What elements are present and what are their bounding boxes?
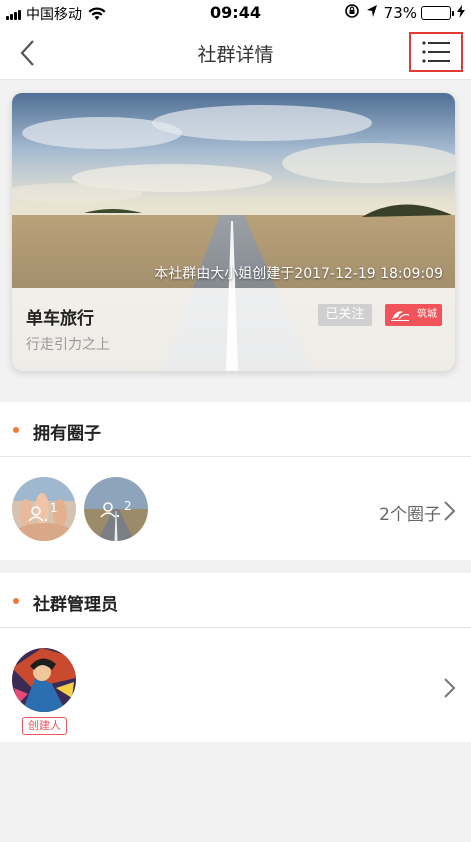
circle-avatar-2[interactable]: 2 [84, 477, 148, 541]
circle-cover-road [84, 477, 148, 541]
city-name: 筑城 [417, 309, 437, 320]
group-name: 单车旅行 [26, 309, 94, 329]
page-title: 社群详情 [197, 44, 274, 66]
status-bar: 中国移动 09:44 73% [0, 0, 471, 26]
charging-icon [457, 4, 465, 22]
follow-status-badge[interactable]: 已关注 [318, 304, 372, 326]
group-slogan: 行走引力之上 [26, 337, 110, 353]
group-card[interactable]: 本社群由大小姐创建于2017-12-19 18:09:09 单车旅行 行走引力之… [12, 93, 455, 371]
admins-section-header: 社群管理员 [0, 573, 471, 628]
chevron-right-icon[interactable] [443, 500, 457, 522]
section-dot-icon [13, 598, 19, 604]
circles-section-header: 拥有圈子 [0, 402, 471, 457]
location-icon [366, 4, 378, 22]
creator-tag: 创建人 [22, 717, 67, 735]
section-dot-icon [13, 427, 19, 433]
circle-member-count: 2 [124, 499, 132, 513]
admins-section: 社群管理员 创建人 [0, 573, 471, 742]
admin-avatar-image [12, 648, 76, 712]
circle-avatar-1[interactable]: 1 [12, 477, 76, 541]
status-right: 73% [344, 3, 465, 23]
circle-count-link[interactable]: 2个圈子 [379, 500, 441, 525]
rotation-lock-icon [344, 3, 360, 23]
circles-section: 拥有圈子 1 2 2个圈子 [0, 402, 471, 560]
group-info-panel: 单车旅行 行走引力之上 已关注 筑城 [12, 288, 455, 371]
list-menu-icon [422, 41, 450, 63]
circle-cover-hands [12, 477, 76, 541]
circles-section-title: 拥有圈子 [33, 424, 101, 444]
city-logo-icon [391, 311, 410, 321]
nav-bar: 社群详情 [0, 26, 471, 80]
menu-button[interactable] [409, 32, 463, 72]
admin-avatar[interactable] [12, 648, 76, 712]
circle-member-count: 1 [50, 501, 58, 515]
battery-percent: 73% [383, 4, 417, 22]
created-info: 本社群由大小姐创建于2017-12-19 18:09:09 [154, 266, 443, 282]
city-badge: 筑城 [385, 304, 442, 326]
chevron-right-icon[interactable] [443, 677, 457, 699]
battery-icon [421, 6, 454, 20]
admins-section-title: 社群管理员 [33, 595, 118, 615]
